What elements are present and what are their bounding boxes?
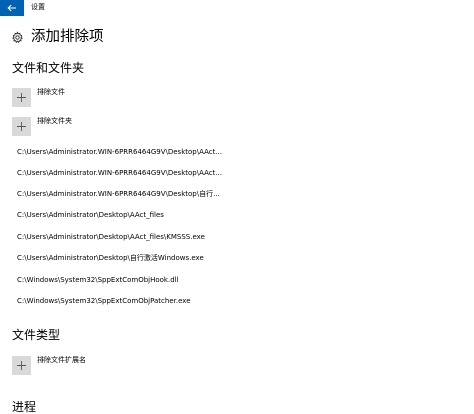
- page-header: 添加排除项: [10, 27, 104, 47]
- add-folder-label: 排除文件夹: [37, 117, 72, 125]
- exclusion-item[interactable]: C:\Windows\System32\SppExtComObjPatcher.…: [17, 297, 457, 306]
- page-title: 添加排除项: [31, 29, 104, 45]
- add-folder-button[interactable]: [12, 117, 31, 136]
- plus-icon: [17, 361, 26, 370]
- exclusion-item[interactable]: C:\Users\Administrator\Desktop\AAct_file…: [17, 233, 457, 242]
- section-title-types: 文件类型: [12, 328, 61, 342]
- window-title: 设置: [31, 3, 45, 11]
- exclusion-item[interactable]: C:\Users\Administrator.WIN-6PRR6464G9V\D…: [17, 169, 457, 178]
- exclusion-item[interactable]: C:\Users\Administrator.WIN-6PRR6464G9V\D…: [17, 190, 457, 199]
- add-extension-label: 排除文件扩展名: [37, 356, 86, 364]
- back-button[interactable]: [0, 0, 24, 16]
- add-file-label: 排除文件: [37, 88, 65, 96]
- add-extension-row[interactable]: 排除文件扩展名: [12, 356, 86, 375]
- section-title-files: 文件和文件夹: [12, 61, 85, 75]
- plus-icon: [17, 122, 26, 131]
- exclusion-item[interactable]: C:\Windows\System32\SppExtComObjHook.dll: [17, 276, 457, 285]
- plus-icon: [17, 93, 26, 102]
- section-title-processes: 进程: [12, 400, 37, 414]
- add-folder-row[interactable]: 排除文件夹: [12, 117, 72, 136]
- gear-icon: [10, 30, 24, 44]
- back-arrow-icon: [7, 4, 16, 12]
- add-extension-button[interactable]: [12, 356, 31, 375]
- add-file-row[interactable]: 排除文件: [12, 88, 65, 107]
- exclusion-item[interactable]: C:\Users\Administrator.WIN-6PRR6464G9V\D…: [17, 148, 457, 157]
- add-file-button[interactable]: [12, 88, 31, 107]
- title-bar: 设置: [0, 0, 474, 16]
- exclusion-item[interactable]: C:\Users\Administrator\Desktop\自行激活Windo…: [17, 254, 457, 263]
- exclusion-item[interactable]: C:\Users\Administrator\Desktop\AAct_file…: [17, 211, 457, 220]
